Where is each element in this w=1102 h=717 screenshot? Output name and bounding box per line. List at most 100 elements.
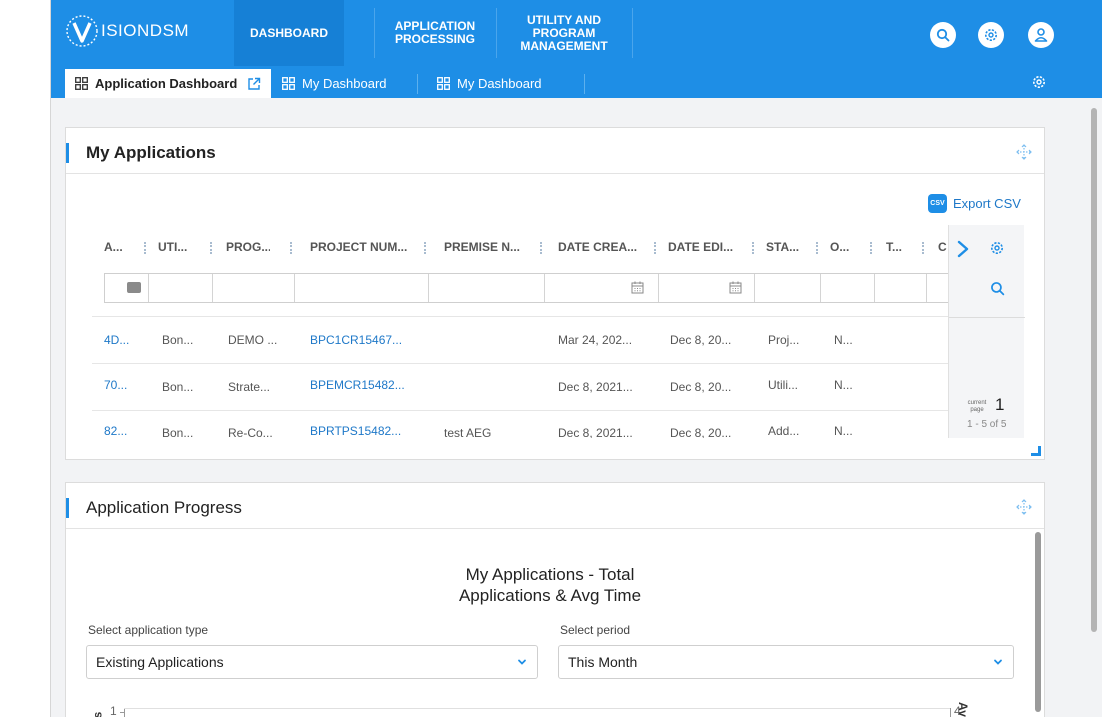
column-header[interactable]: DATE EDI... bbox=[668, 225, 742, 270]
column-resize-handle[interactable] bbox=[654, 242, 656, 254]
cell-owner: N... bbox=[834, 333, 853, 347]
vision-dsm-logo[interactable]: ISIONDSM bbox=[65, 14, 189, 48]
filter-cell[interactable] bbox=[213, 274, 295, 302]
column-resize-handle[interactable] bbox=[816, 242, 818, 254]
column-header[interactable]: PROG... bbox=[226, 225, 270, 270]
calendar-icon[interactable] bbox=[631, 281, 644, 294]
cell-application-id[interactable]: 70... bbox=[104, 378, 127, 392]
cell-date-edited: Dec 8, 20... bbox=[670, 380, 732, 394]
search-icon[interactable] bbox=[990, 281, 1005, 296]
external-link-icon[interactable] bbox=[247, 77, 261, 91]
calendar-icon[interactable] bbox=[729, 281, 742, 294]
resize-handle[interactable] bbox=[1031, 446, 1041, 456]
filter-cell[interactable] bbox=[755, 274, 821, 302]
cell-premise: test AEG bbox=[444, 426, 492, 438]
chevron-right-icon[interactable] bbox=[957, 240, 969, 258]
nav-utility-program-management[interactable]: UTILITY AND PROGRAM MANAGEMENT bbox=[496, 0, 632, 66]
dashboard-icon bbox=[282, 77, 295, 90]
column-header[interactable]: PROJECT NUM... bbox=[310, 225, 410, 270]
nav-dashboard-label: DASHBOARD bbox=[250, 25, 328, 40]
filter-cell-date-edited[interactable] bbox=[659, 274, 755, 302]
nav-application-processing[interactable]: APPLICATION PROCESSING bbox=[374, 0, 496, 66]
applications-grid: A... UTI... PROG... PROJECT NUM... PREMI… bbox=[92, 225, 1024, 438]
cell-project-number[interactable]: BPRTPS15482... bbox=[310, 424, 401, 438]
column-resize-handle[interactable] bbox=[922, 242, 924, 254]
search-icon bbox=[936, 28, 950, 42]
panel-divider bbox=[949, 317, 1025, 318]
progress-scrollbar[interactable] bbox=[1034, 532, 1042, 717]
filter-cell[interactable] bbox=[429, 274, 545, 302]
filter-cell[interactable] bbox=[105, 274, 149, 302]
tab-divider bbox=[417, 74, 418, 94]
filter-cell[interactable] bbox=[149, 274, 213, 302]
user-profile-button[interactable] bbox=[1028, 22, 1054, 48]
chart-right-axis-label: Avg bbox=[956, 702, 970, 717]
tab-application-dashboard[interactable]: Application Dashboard bbox=[65, 69, 272, 98]
page-scrollbar-thumb[interactable] bbox=[1091, 108, 1097, 632]
pager-range: 1 - 5 of 5 bbox=[967, 419, 1007, 430]
application-progress-body: My Applications - Total Applications & A… bbox=[66, 530, 1044, 717]
move-icon[interactable] bbox=[1016, 144, 1032, 160]
tab-application-dashboard-label: Application Dashboard bbox=[95, 76, 238, 91]
column-header[interactable]: O... bbox=[830, 225, 852, 270]
column-resize-handle[interactable] bbox=[752, 242, 754, 254]
period-select[interactable]: This Month bbox=[558, 645, 1014, 679]
progress-scrollbar-thumb[interactable] bbox=[1035, 532, 1041, 712]
application-type-select[interactable]: Existing Applications bbox=[86, 645, 538, 679]
chevron-down-icon bbox=[994, 659, 1002, 665]
column-resize-handle[interactable] bbox=[870, 242, 872, 254]
page-scrollbar[interactable] bbox=[1086, 98, 1102, 717]
cell-status: Utili... bbox=[768, 378, 798, 392]
filter-cell-date-created[interactable] bbox=[545, 274, 659, 302]
row-divider bbox=[92, 410, 1024, 411]
dashboard-tab-bar: Application Dashboard My Dashboard My Da… bbox=[51, 66, 1102, 98]
cell-program: Re-Co... bbox=[228, 426, 273, 438]
nav-dashboard[interactable]: DASHBOARD bbox=[234, 0, 344, 66]
cell-date-created: Mar 24, 202... bbox=[558, 333, 633, 347]
user-icon bbox=[1034, 28, 1048, 42]
cell-project-number[interactable]: BPC1CR15467... bbox=[310, 333, 402, 347]
app-window: ISIONDSM DASHBOARD APPLICATION PROCESSIN… bbox=[50, 0, 1102, 717]
cell-application-id[interactable]: 82... bbox=[104, 424, 127, 438]
tab-my-dashboard-2-label: My Dashboard bbox=[457, 76, 542, 91]
tab-my-dashboard-2[interactable]: My Dashboard bbox=[437, 69, 542, 98]
gear-icon[interactable] bbox=[989, 240, 1005, 256]
logo-text: ISIONDSM bbox=[101, 21, 190, 40]
column-header[interactable]: UTI... bbox=[158, 225, 196, 270]
column-resize-handle[interactable] bbox=[290, 242, 292, 254]
tab-my-dashboard-1[interactable]: My Dashboard bbox=[282, 69, 387, 98]
column-resize-handle[interactable] bbox=[540, 242, 542, 254]
chart-left-axis-line bbox=[124, 708, 125, 717]
export-csv-button[interactable]: CSV Export CSV bbox=[928, 194, 1021, 213]
column-resize-handle[interactable] bbox=[144, 242, 146, 254]
my-applications-card: My Applications CSV Export CSV A... UTI.… bbox=[65, 127, 1045, 460]
column-header[interactable]: PREMISE N... bbox=[444, 225, 534, 270]
settings-button[interactable] bbox=[978, 22, 1004, 48]
filter-cell[interactable] bbox=[295, 274, 429, 302]
column-resize-handle[interactable] bbox=[424, 242, 426, 254]
cell-status: Add... bbox=[768, 424, 800, 438]
period-label: Select period bbox=[560, 623, 631, 637]
cell-date-created: Dec 8, 2021... bbox=[558, 380, 633, 394]
cell-utility: Bon... bbox=[162, 426, 194, 438]
chart-title-line-1: My Applications - Total bbox=[465, 565, 635, 584]
column-header[interactable]: T... bbox=[886, 225, 906, 270]
tab-divider bbox=[584, 74, 585, 94]
chart-title: My Applications - Total Applications & A… bbox=[66, 564, 1034, 606]
cell-project-number[interactable]: BPEMCR15482... bbox=[310, 378, 405, 392]
filter-cell[interactable] bbox=[821, 274, 875, 302]
vision-logo-icon bbox=[66, 15, 98, 47]
move-icon[interactable] bbox=[1016, 499, 1032, 515]
row-divider bbox=[92, 316, 1024, 317]
column-resize-handle[interactable] bbox=[210, 242, 212, 254]
gear-icon[interactable] bbox=[1031, 74, 1047, 90]
search-button[interactable] bbox=[930, 22, 956, 48]
filter-cell[interactable] bbox=[875, 274, 927, 302]
more-options-icon[interactable] bbox=[127, 282, 141, 293]
cell-application-id[interactable]: 4D... bbox=[104, 333, 129, 347]
cell-utility: Bon... bbox=[162, 380, 194, 394]
column-header[interactable]: DATE CREA... bbox=[558, 225, 646, 270]
column-header[interactable]: STA... bbox=[766, 225, 800, 270]
column-header[interactable]: A... bbox=[104, 225, 126, 270]
application-progress-header: Application Progress bbox=[66, 483, 1044, 529]
